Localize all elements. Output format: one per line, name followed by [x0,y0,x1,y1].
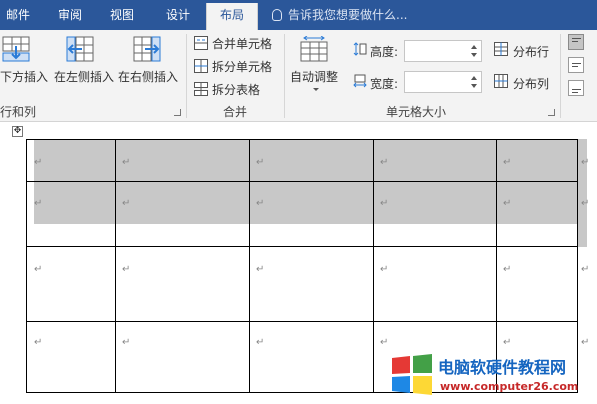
split-table-icon [194,82,208,96]
spin-down-icon[interactable] [471,53,477,57]
cell-end-mark: ↵ [122,264,131,275]
cell-end-mark: ↵ [34,198,43,209]
table-column-border [373,139,374,393]
distribute-rows-button[interactable]: 分布行 [513,43,549,60]
cell-end-mark: ↵ [503,198,512,209]
insert-right-icon [133,36,161,62]
windows-logo-icon [392,354,432,395]
split-table-button[interactable]: 拆分表格 [212,81,260,98]
row-end-mark: ↵ [581,337,590,348]
table-column-border [249,139,250,393]
cell-end-mark: ↵ [380,337,389,348]
tab-design[interactable]: 设计 [158,0,198,30]
group-separator [284,34,285,118]
align-middle-left-icon[interactable] [568,57,584,73]
cell-end-mark: ↵ [256,198,265,209]
autofit-dropdown-icon[interactable] [313,88,319,91]
insert-right-button[interactable]: 在右侧插入 [118,68,178,85]
align-top-left-icon[interactable] [568,34,584,50]
height-label: 高度: [370,45,399,59]
cell-end-mark: ↵ [34,337,43,348]
group-label-merge: 合并 [223,105,248,119]
merge-cells-icon [194,36,208,50]
insert-left-button[interactable]: 在左侧插入 [54,68,114,85]
cell-end-mark: ↵ [503,157,512,168]
rows-cols-launcher-icon[interactable] [174,109,181,116]
tab-review[interactable]: 审阅 [50,0,90,30]
tell-me-box[interactable]: 告诉我您想要做什么... [272,0,407,30]
table-border [26,139,27,393]
distribute-columns-button[interactable]: 分布列 [513,75,549,92]
align-bottom-left-icon[interactable] [568,80,584,96]
cell-end-mark: ↵ [34,157,43,168]
row-end-mark: ↵ [581,198,590,209]
insert-below-icon [2,36,30,62]
cell-size-launcher-icon[interactable] [548,109,555,116]
ribbon-tab-bar: 邮件 审阅 视图 设计 布局 告诉我您想要做什么... [0,0,597,30]
table-column-border [115,139,116,393]
ribbon-panel: 下方插入 在左侧插入 在右侧插入 行和列 合并单元格 拆分单元格 拆分表格 合并… [0,30,597,122]
table-move-handle-icon[interactable]: ✥ [12,126,23,137]
merge-cells-button[interactable]: 合并单元格 [212,35,272,52]
spin-down-icon[interactable] [471,84,477,88]
cell-end-mark: ↵ [122,157,131,168]
group-label-rows-cols: 行和列 [0,105,37,119]
insert-below-button[interactable]: 下方插入 [0,68,48,85]
distribute-rows-icon [494,42,508,56]
cell-end-mark: ↵ [256,157,265,168]
autofit-icon [300,36,328,62]
cell-end-mark: ↵ [380,198,389,209]
cell-end-mark: ↵ [503,264,512,275]
group-separator [186,34,187,118]
lightbulb-icon [272,9,282,21]
split-cells-icon [194,59,208,73]
cell-end-mark: ↵ [380,264,389,275]
group-label-cell-size: 单元格大小 [386,105,447,119]
cell-end-mark: ↵ [256,337,265,348]
distribute-columns-icon [494,74,508,88]
autofit-button[interactable]: 自动调整 [290,68,338,85]
row-height-icon [353,42,367,56]
cell-end-mark: ↵ [256,264,265,275]
spin-up-icon[interactable] [471,45,477,49]
cell-end-mark: ↵ [34,264,43,275]
width-label: 宽度: [370,77,399,91]
cell-end-mark: ↵ [122,337,131,348]
row-end-mark: ↵ [581,264,590,275]
split-cells-button[interactable]: 拆分单元格 [212,58,272,75]
tell-me-text: 告诉我您想要做什么... [288,8,408,22]
spin-up-icon[interactable] [471,76,477,80]
selection-edge [577,224,587,247]
column-width-icon [353,74,367,88]
tab-layout[interactable]: 布局 [206,3,258,30]
cell-end-mark: ↵ [380,157,389,168]
row-height-input[interactable] [404,40,482,62]
group-separator [560,34,561,118]
tab-mailings[interactable]: 邮件 [0,0,36,30]
watermark-site-name: 电脑软硬件教程网 [438,358,567,377]
document-top-margin [0,122,597,136]
row-end-mark: ↵ [581,157,590,168]
tab-view[interactable]: 视图 [102,0,142,30]
cell-end-mark: ↵ [503,337,512,348]
watermark-url: www.computer26.com [440,380,579,393]
insert-left-icon [66,36,94,62]
column-width-input[interactable] [404,71,482,93]
site-watermark: 电脑软硬件教程网 www.computer26.com [390,352,595,400]
cell-end-mark: ↵ [122,198,131,209]
